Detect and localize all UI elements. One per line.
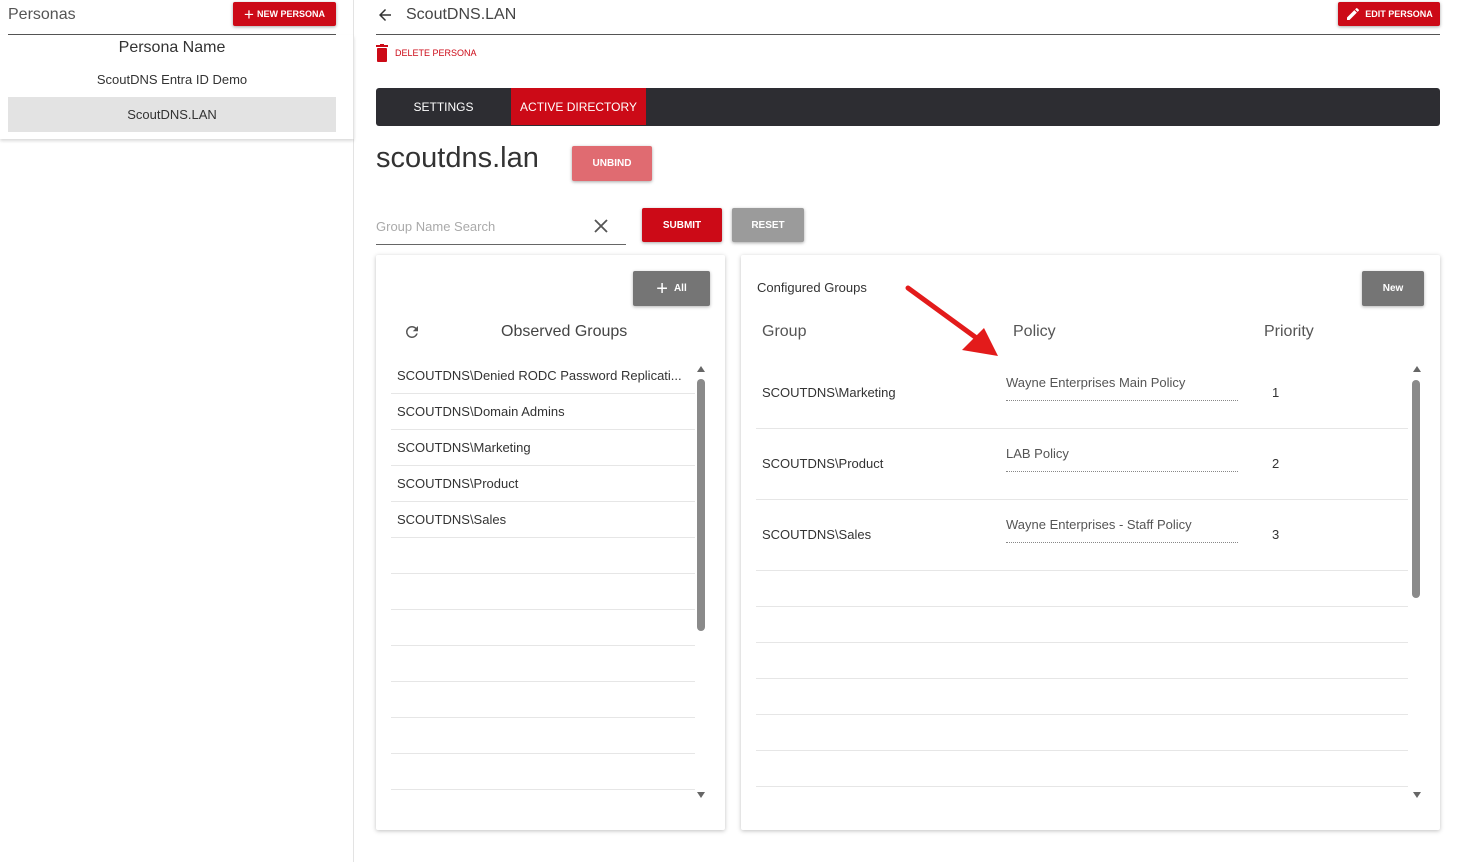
list-item[interactable]: SCOUTDNS\Marketing	[391, 430, 695, 466]
empty-table-row	[756, 607, 1408, 643]
delete-persona-label: DELETE PERSONA	[395, 48, 477, 58]
persona-item[interactable]: ScoutDNS Entra ID Demo	[8, 62, 336, 97]
empty-list-item	[391, 682, 695, 718]
reset-button[interactable]: RESET	[732, 208, 804, 242]
table-row: SCOUTDNS\Sales Wayne Enterprises - Staff…	[756, 500, 1408, 571]
add-all-button[interactable]: + All	[633, 271, 710, 306]
group-name: SCOUTDNS\Product	[397, 476, 519, 491]
table-row: SCOUTDNS\Product LAB Policy 2	[756, 429, 1408, 500]
sidebar-header: Personas + NEW PERSONA	[8, 0, 336, 35]
configured-groups-card: Configured Groups New Group Policy Prior…	[741, 255, 1440, 830]
priority-cell[interactable]: 2	[1272, 456, 1279, 471]
tab-label: ACTIVE DIRECTORY	[520, 99, 637, 114]
unbind-button[interactable]: UNBIND	[572, 146, 652, 181]
scrollbar-thumb[interactable]	[697, 379, 705, 631]
group-name: SCOUTDNS\Denied RODC Password Replicati.…	[397, 368, 682, 383]
scroll-down-arrow[interactable]	[697, 792, 705, 798]
sidebar-title: Personas	[8, 6, 76, 23]
policy-select[interactable]: LAB Policy	[1006, 446, 1238, 472]
back-arrow-icon[interactable]	[376, 6, 394, 24]
persona-item-label: ScoutDNS.LAN	[127, 107, 217, 122]
empty-list-item	[391, 574, 695, 610]
empty-list-item	[391, 646, 695, 682]
priority-column-header: Priority	[1264, 323, 1314, 340]
group-cell: SCOUTDNS\Marketing	[762, 385, 896, 400]
annotation-arrow-icon	[905, 285, 998, 356]
group-name: SCOUTDNS\Sales	[397, 512, 507, 527]
group-column-header: Group	[762, 323, 807, 340]
configured-groups-title: Configured Groups	[757, 280, 867, 295]
edit-persona-label: EDIT PERSONA	[1365, 9, 1433, 19]
list-item[interactable]: SCOUTDNS\Denied RODC Password Replicati.…	[391, 358, 695, 394]
empty-table-row	[756, 679, 1408, 715]
group-cell: SCOUTDNS\Sales	[762, 527, 872, 542]
empty-list-item	[391, 610, 695, 646]
scroll-up-arrow[interactable]	[1413, 366, 1421, 372]
group-name: SCOUTDNS\Marketing	[397, 440, 531, 455]
empty-list-item	[391, 538, 695, 574]
pencil-icon	[1347, 7, 1360, 20]
tab-settings[interactable]: SETTINGS	[376, 88, 511, 125]
group-cell: SCOUTDNS\Product	[762, 456, 884, 471]
persona-item-selected[interactable]: ScoutDNS.LAN	[8, 97, 336, 132]
page-title: ScoutDNS.LAN	[406, 6, 517, 23]
policy-select[interactable]: Wayne Enterprises - Staff Policy	[1006, 517, 1238, 543]
domain-title: scoutdns.lan	[376, 142, 539, 174]
scrollbar-thumb[interactable]	[1412, 380, 1420, 598]
empty-table-row	[756, 643, 1408, 679]
configured-groups-list: SCOUTDNS\Marketing Wayne Enterprises Mai…	[756, 358, 1408, 787]
scroll-down-arrow[interactable]	[1413, 792, 1421, 798]
submit-button[interactable]: SUBMIT	[642, 208, 722, 242]
persona-name-column-header: Persona Name	[118, 39, 226, 56]
policy-select[interactable]: Wayne Enterprises Main Policy	[1006, 375, 1238, 401]
main-header: ScoutDNS.LAN EDIT PERSONA	[376, 0, 1440, 35]
plus-icon: +	[244, 4, 254, 24]
edit-persona-button[interactable]: EDIT PERSONA	[1338, 2, 1440, 26]
plus-icon: +	[656, 277, 668, 300]
table-row: SCOUTDNS\Marketing Wayne Enterprises Mai…	[756, 358, 1408, 429]
tab-label: SETTINGS	[413, 99, 474, 114]
group-name-search-input[interactable]	[376, 216, 586, 236]
list-item[interactable]: SCOUTDNS\Product	[391, 466, 695, 502]
persona-item-label: ScoutDNS Entra ID Demo	[96, 72, 248, 87]
delete-persona-link[interactable]: DELETE PERSONA	[376, 43, 477, 63]
empty-list-item	[391, 754, 695, 790]
add-all-label: All	[673, 283, 687, 294]
list-item[interactable]: SCOUTDNS\Domain Admins	[391, 394, 695, 430]
close-icon[interactable]	[594, 219, 608, 233]
list-item[interactable]: SCOUTDNS\Sales	[391, 502, 695, 538]
empty-table-row	[756, 715, 1408, 751]
empty-list-item	[391, 718, 695, 754]
observed-groups-card: + All Observed Groups SCOUTDNS\Denied RO…	[376, 255, 725, 830]
empty-table-row	[756, 751, 1408, 787]
new-persona-label: NEW PERSONA	[256, 9, 325, 19]
personas-sidebar: Personas + NEW PERSONA Persona Name Scou…	[0, 0, 354, 862]
empty-table-row	[756, 571, 1408, 607]
tab-bar: SETTINGS ACTIVE DIRECTORY	[376, 88, 1440, 126]
persona-list: Persona Name ScoutDNS Entra ID Demo Scou…	[0, 35, 354, 139]
scroll-up-arrow[interactable]	[697, 366, 705, 372]
trash-icon	[376, 44, 388, 62]
group-name: SCOUTDNS\Domain Admins	[397, 404, 565, 419]
new-group-button[interactable]: New	[1362, 271, 1424, 306]
refresh-icon[interactable]	[403, 323, 421, 341]
tab-active-directory[interactable]: ACTIVE DIRECTORY	[511, 88, 646, 125]
observed-groups-list: SCOUTDNS\Denied RODC Password Replicati.…	[391, 358, 695, 790]
new-persona-button[interactable]: + NEW PERSONA	[233, 2, 336, 26]
group-search	[376, 210, 626, 245]
priority-cell[interactable]: 1	[1272, 385, 1279, 400]
observed-groups-title: Observed Groups	[501, 323, 628, 340]
policy-column-header: Policy	[1013, 323, 1056, 340]
priority-cell[interactable]: 3	[1272, 527, 1279, 542]
